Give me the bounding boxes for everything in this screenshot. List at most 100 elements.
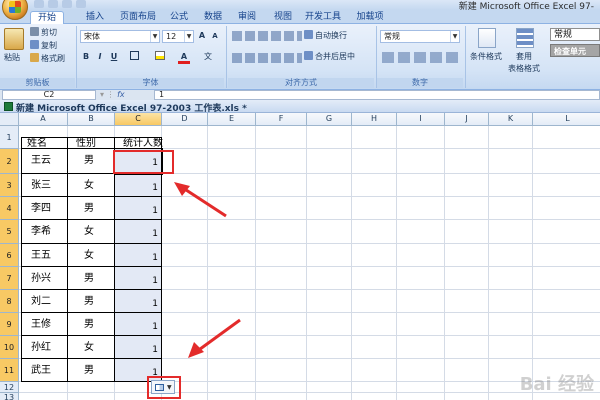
column-header-i[interactable]: I <box>397 113 445 126</box>
count-cell[interactable]: 1 <box>115 321 158 333</box>
font-color-button[interactable]: A <box>178 51 190 64</box>
name-cell[interactable]: 王云 <box>31 154 68 168</box>
header-cell[interactable]: 姓名 <box>27 138 68 150</box>
undo-icon[interactable] <box>48 0 58 8</box>
column-header-j[interactable]: J <box>445 113 489 126</box>
italic-button[interactable]: I <box>94 51 106 63</box>
cut-button[interactable]: 剪切 <box>30 27 57 39</box>
redo-icon[interactable] <box>62 0 72 8</box>
column-header-f[interactable]: F <box>256 113 307 126</box>
column-header-b[interactable]: B <box>68 113 115 126</box>
name-cell[interactable]: 王修 <box>31 318 68 332</box>
tab-5[interactable]: 审阅 <box>232 11 262 24</box>
row-header-12[interactable]: 12 <box>0 382 19 393</box>
phonetic-button[interactable]: 文 <box>202 51 214 63</box>
row-header-8[interactable]: 8 <box>0 290 19 313</box>
column-header-l[interactable]: L <box>533 113 600 126</box>
gender-cell[interactable]: 男 <box>84 202 115 216</box>
tab-1[interactable]: 插入 <box>80 11 110 24</box>
cell-style-normal[interactable]: 常规 <box>550 28 600 41</box>
name-cell[interactable]: 张三 <box>31 179 68 193</box>
name-cell[interactable]: 刘二 <box>31 295 68 309</box>
row-header-2[interactable]: 2 <box>0 149 19 174</box>
row-header-6[interactable]: 6 <box>0 244 19 267</box>
cell-style-check[interactable]: 检查单元 <box>550 44 600 57</box>
name-cell[interactable]: 李四 <box>31 202 68 216</box>
name-cell[interactable]: 武王 <box>31 364 68 378</box>
name-cell[interactable]: 孙兴 <box>31 272 68 286</box>
conditional-format-icon[interactable] <box>478 28 496 48</box>
merge-center-button[interactable]: 合并后居中 <box>304 51 355 63</box>
gender-cell[interactable]: 男 <box>84 318 115 332</box>
tab-8[interactable]: 加载项 <box>350 11 390 24</box>
count-cell[interactable]: 1 <box>115 182 158 194</box>
count-cell[interactable]: 1 <box>115 298 158 310</box>
column-header-g[interactable]: G <box>307 113 352 126</box>
row-header-7[interactable]: 7 <box>0 267 19 290</box>
column-header-k[interactable]: K <box>489 113 533 126</box>
paste-button[interactable]: 粘贴 <box>4 52 20 64</box>
column-header-a[interactable]: A <box>19 113 68 126</box>
tab-2[interactable]: 页面布局 <box>116 11 160 24</box>
header-cell[interactable]: 性别 <box>76 138 115 150</box>
fill-color-button[interactable] <box>154 51 166 63</box>
gender-cell[interactable]: 男 <box>84 272 115 286</box>
border-button[interactable] <box>128 51 140 63</box>
copy-button[interactable]: 复制 <box>30 40 57 52</box>
gender-cell[interactable]: 女 <box>84 225 115 239</box>
count-cell[interactable]: 1 <box>115 275 158 287</box>
column-header-h[interactable]: H <box>352 113 397 126</box>
count-cell[interactable]: 1 <box>115 205 158 217</box>
font-name-combo[interactable]: 宋体 ▼ <box>80 30 160 43</box>
gender-cell[interactable]: 女 <box>84 249 115 263</box>
gender-cell[interactable]: 女 <box>84 179 115 193</box>
font-size-combo[interactable]: 12 ▼ <box>162 30 194 43</box>
vertical-align-icons[interactable] <box>232 31 302 41</box>
tab-4[interactable]: 数据 <box>198 11 228 24</box>
row-header-4[interactable]: 4 <box>0 197 19 220</box>
row-header-10[interactable]: 10 <box>0 336 19 359</box>
name-cell[interactable]: 王五 <box>31 249 68 263</box>
fx-button[interactable]: ▾ ⋮ fx <box>100 90 152 100</box>
tab-0[interactable]: 开始 <box>30 11 64 24</box>
row-header-5[interactable]: 5 <box>0 220 19 244</box>
gender-cell[interactable]: 男 <box>84 364 115 378</box>
column-header-d[interactable]: D <box>162 113 208 126</box>
count-cell[interactable]: 1 <box>115 344 158 356</box>
wrap-text-button[interactable]: 自动换行 <box>304 30 347 42</box>
table-format-icon[interactable] <box>516 28 534 48</box>
table-format-label-2[interactable]: 表格格式 <box>508 63 540 75</box>
paste-icon[interactable] <box>4 28 24 50</box>
tab-7[interactable]: 开发工具 <box>302 11 344 24</box>
name-cell[interactable]: 孙红 <box>31 341 68 355</box>
worksheet-grid[interactable]: A B C D E F G H I J K L 1 2 3 4 5 6 7 8 9 10 11 12 13 姓名 性别 统计人数 王云男… <box>0 113 600 400</box>
number-format-combo[interactable]: 常规 ▼ <box>380 30 460 43</box>
conditional-format-button[interactable]: 条件格式 <box>470 51 502 63</box>
count-cell[interactable]: 1 <box>115 228 158 240</box>
column-header-e[interactable]: E <box>208 113 256 126</box>
row-header-11[interactable]: 11 <box>0 359 19 382</box>
customize-qat-icon[interactable] <box>76 0 86 8</box>
tab-6[interactable]: 视图 <box>268 11 298 24</box>
gender-cell[interactable]: 女 <box>84 341 115 355</box>
row-header-13[interactable]: 13 <box>0 393 19 400</box>
name-box[interactable]: C2 <box>2 90 96 100</box>
bold-button[interactable]: B <box>80 51 92 63</box>
select-all-corner[interactable] <box>0 113 19 126</box>
row-header-3[interactable]: 3 <box>0 174 19 197</box>
row-header-9[interactable]: 9 <box>0 313 19 336</box>
column-header-c[interactable]: C <box>115 113 162 126</box>
underline-button[interactable]: U <box>108 51 120 63</box>
count-cell[interactable]: 1 <box>115 252 158 264</box>
grow-font-button[interactable]: A <box>196 30 208 42</box>
table-format-label-1[interactable]: 套用 <box>516 51 532 63</box>
number-format-buttons[interactable] <box>382 52 458 63</box>
horizontal-align-icons[interactable] <box>232 53 302 63</box>
name-cell[interactable]: 李希 <box>31 225 68 239</box>
formula-input[interactable]: 1 <box>154 90 600 100</box>
save-icon[interactable] <box>34 0 44 8</box>
gender-cell[interactable]: 男 <box>84 154 115 168</box>
shrink-font-button[interactable]: A <box>209 30 221 42</box>
row-header-1[interactable]: 1 <box>0 126 19 149</box>
gender-cell[interactable]: 男 <box>84 295 115 309</box>
